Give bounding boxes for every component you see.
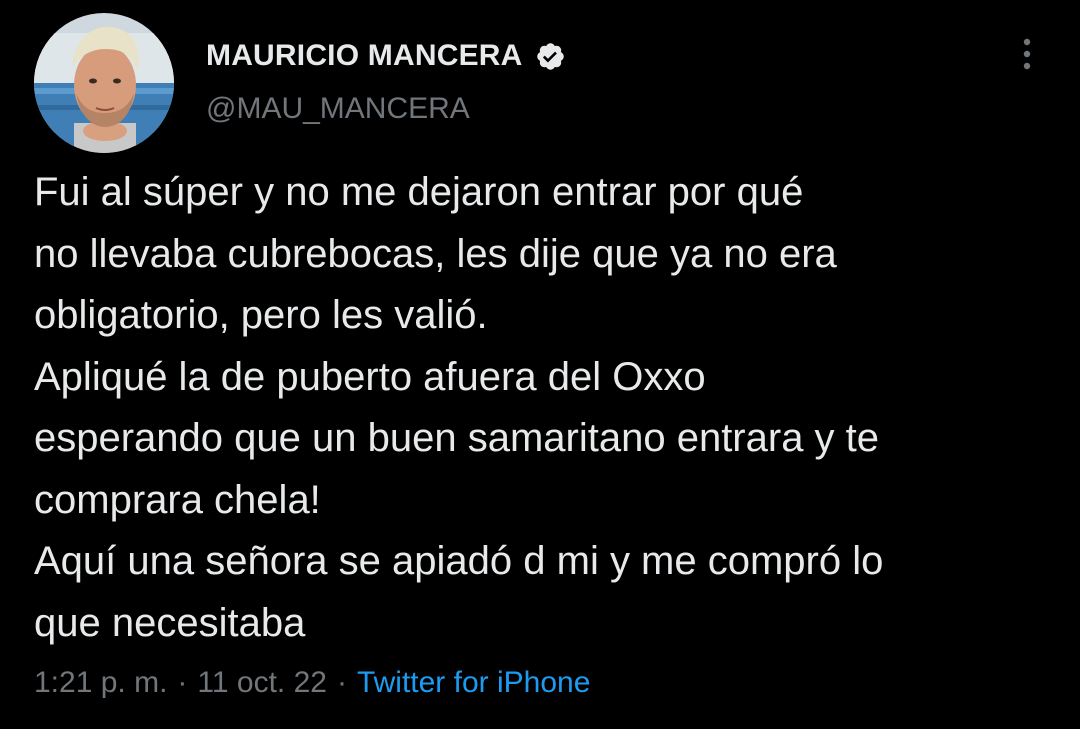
tweet-text-line: Aquí una señora se apiadó d mi y me comp…: [34, 539, 884, 583]
tweet: MAURICIO MANCERA @MAU_MANCERA Fui al súp…: [0, 0, 1080, 729]
verified-badge-icon: [535, 41, 566, 72]
tweet-text-line: comprara chela!: [34, 477, 321, 522]
tweet-meta: 1:21 p. m. · 11 oct. 22 · Twitter for iPhone: [34, 666, 590, 700]
tweet-text-line: esperando que un buen samaritano entrara…: [34, 416, 880, 460]
display-name[interactable]: MAURICIO MANCERA: [206, 39, 523, 73]
avatar-image: [34, 13, 174, 153]
tweet-text-line: Apliqué la de puberto afuera del Oxxo: [34, 354, 706, 399]
tweet-text-line: obligatorio, pero les valió.: [34, 293, 488, 337]
meta-separator: ·: [177, 666, 188, 699]
author-row: MAURICIO MANCERA: [206, 36, 566, 76]
more-vertical-icon[interactable]: [1010, 36, 1044, 72]
tweet-text-line: que necesitaba: [34, 600, 306, 645]
tweet-text-line: no llevaba cubrebocas, les dije que ya n…: [34, 231, 837, 276]
meta-separator: ·: [336, 666, 347, 699]
tweet-text: Fui al súper y no me dejaron entrar por …: [34, 162, 1064, 654]
tweet-time[interactable]: 1:21 p. m.: [34, 666, 167, 699]
tweet-source-link[interactable]: Twitter for iPhone: [357, 666, 590, 699]
author-handle[interactable]: @MAU_MANCERA: [206, 92, 470, 126]
avatar[interactable]: [34, 13, 174, 153]
tweet-date[interactable]: 11 oct. 22: [197, 666, 327, 699]
tweet-text-line: Fui al súper y no me dejaron entrar por …: [34, 170, 804, 214]
